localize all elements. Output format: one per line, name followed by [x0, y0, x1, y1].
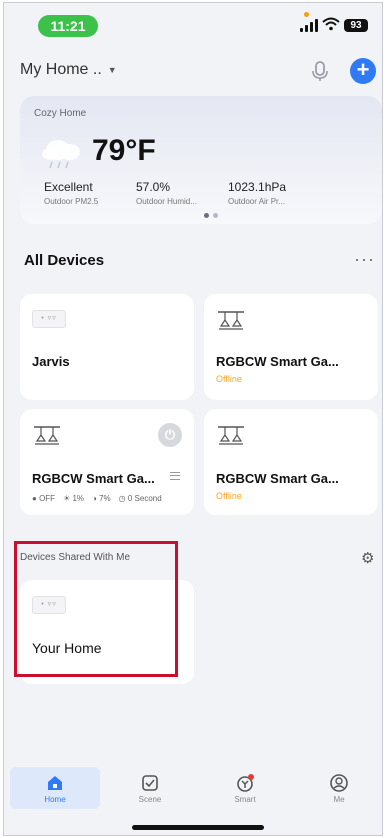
drag-handle-icon[interactable] — [170, 472, 180, 480]
privacy-indicator-dot — [304, 12, 309, 17]
chevron-down-icon: ▼ — [107, 65, 117, 75]
metric-label: Outdoor PM2.5 — [44, 197, 99, 206]
battery-icon: 93 — [344, 19, 368, 32]
light-fixture-icon — [216, 423, 246, 447]
device-stats: ● OFF ☀ 1% ◑ 7% ◷ 0 Second — [32, 494, 162, 503]
tab-label: Home — [44, 795, 66, 804]
rain-cloud-icon — [38, 132, 88, 172]
status-time: 11:21 — [38, 15, 98, 37]
scene-checkbox-icon — [140, 773, 160, 793]
metric-air-pressure: 1023.1hPa Outdoor Air Pr... — [228, 180, 286, 206]
device-card-jarvis[interactable]: • ▿▿ Jarvis — [20, 294, 194, 400]
phone-screen: 11:21 93 My Home .. ▼ + Cozy Home 79°F E… — [3, 2, 383, 836]
device-status-offline: Offline — [216, 374, 242, 384]
device-card-rgbcw-2[interactable]: ⏻ RGBCW Smart Ga... ● OFF ☀ 1% ◑ 7% ◷ 0 … — [20, 409, 194, 515]
device-name: RGBCW Smart Ga... — [216, 354, 339, 369]
brightness-stat: ☀ 1% — [63, 494, 85, 503]
metric-value: 57.0% — [136, 180, 171, 194]
metric-label: Outdoor Humid... — [136, 197, 197, 206]
smart-icon — [235, 773, 255, 793]
wifi-icon — [322, 17, 340, 34]
all-devices-title: All Devices — [24, 252, 105, 269]
tab-me[interactable]: Me — [294, 767, 382, 809]
light-fixture-icon — [216, 308, 246, 332]
tab-label: Me — [333, 795, 345, 804]
add-device-button[interactable]: + — [350, 58, 376, 84]
power-button[interactable]: ⏻ — [158, 423, 182, 447]
home-icon — [45, 773, 65, 793]
power-state-stat: ● OFF — [32, 494, 56, 503]
timer-stat: ◷ 0 Second — [118, 494, 162, 503]
tab-scene[interactable]: Scene — [105, 767, 195, 809]
tab-home[interactable]: Home — [10, 767, 100, 809]
metric-humidity: 57.0% Outdoor Humid... — [136, 180, 197, 206]
device-name: Jarvis — [32, 354, 70, 369]
weather-card[interactable]: Cozy Home 79°F Excellent Outdoor PM2.5 5… — [20, 96, 382, 224]
metric-value: Excellent — [44, 180, 93, 194]
home-indicator[interactable] — [132, 825, 264, 830]
highlight-annotation-box — [14, 541, 178, 677]
gear-icon[interactable]: ⚙ — [361, 549, 374, 567]
status-bar: 11:21 93 — [4, 3, 382, 43]
device-card-rgbcw-3[interactable]: RGBCW Smart Ga... Offline — [204, 409, 378, 515]
tab-label: Smart — [234, 795, 256, 804]
microphone-icon[interactable] — [308, 59, 332, 83]
device-status-offline: Offline — [216, 491, 242, 501]
metric-value: 1023.1hPa — [228, 180, 287, 194]
light-fixture-icon — [32, 423, 62, 447]
metric-pm25: Excellent Outdoor PM2.5 — [44, 180, 98, 206]
carousel-page-dots — [204, 213, 218, 218]
tab-bar: Home Scene Smart Me — [4, 763, 382, 817]
device-name: RGBCW Smart Ga... — [216, 471, 339, 486]
gateway-icon: • ▿▿ — [32, 310, 66, 328]
cellular-signal-icon — [300, 19, 318, 32]
home-selector[interactable]: My Home .. ▼ — [20, 61, 117, 79]
profile-icon — [329, 773, 349, 793]
metric-label: Outdoor Air Pr... — [228, 197, 285, 206]
weather-temperature: 79°F — [92, 134, 156, 167]
device-name: RGBCW Smart Ga... — [32, 471, 155, 486]
tab-label: Scene — [138, 795, 162, 804]
color-temp-stat: ◑ 7% — [92, 494, 111, 503]
weather-location: Cozy Home — [34, 108, 87, 119]
more-options-icon[interactable]: ··· — [354, 249, 375, 270]
home-name: My Home .. — [20, 61, 102, 78]
tab-smart[interactable]: Smart — [200, 767, 290, 809]
device-card-rgbcw-1[interactable]: RGBCW Smart Ga... Offline — [204, 294, 378, 400]
